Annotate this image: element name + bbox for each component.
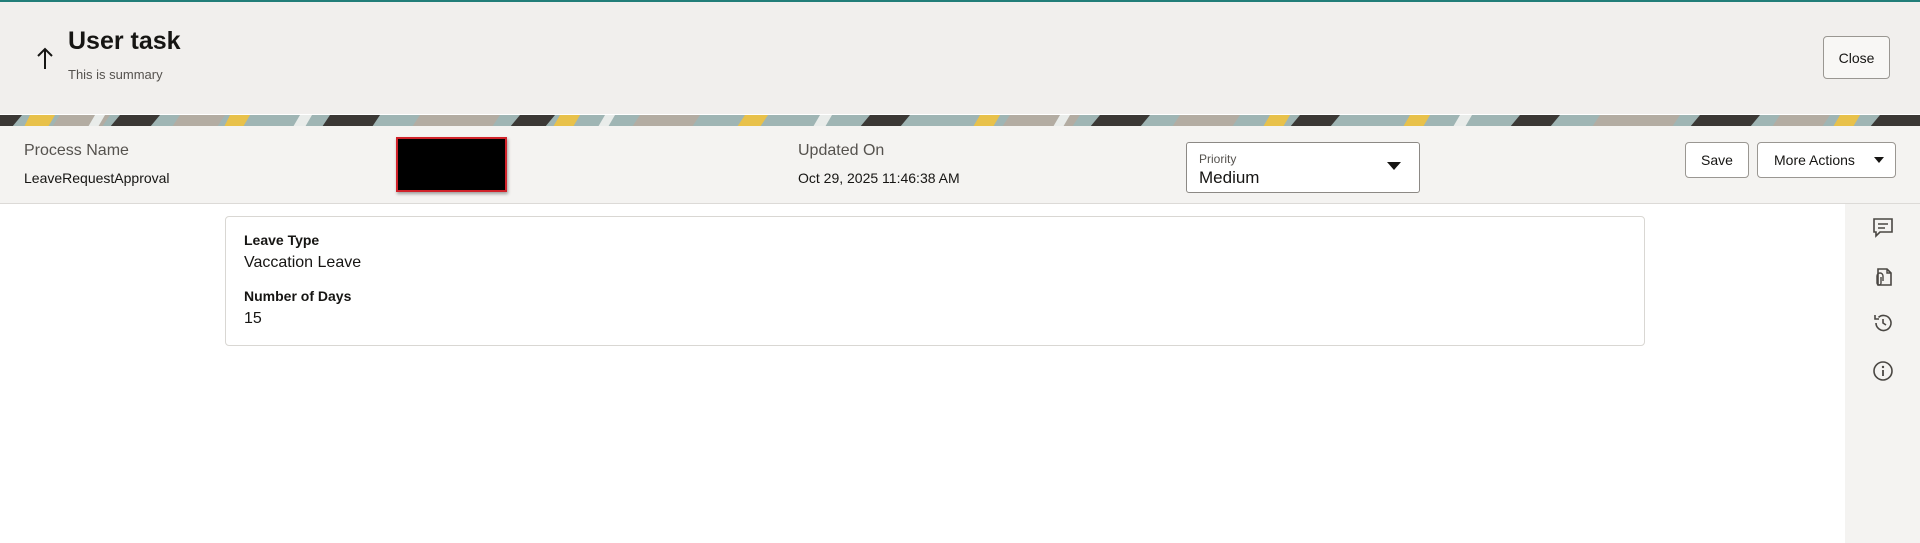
- more-actions-button[interactable]: More Actions: [1757, 142, 1896, 178]
- caret-down-icon: [1387, 162, 1401, 170]
- redacted-region: [396, 137, 507, 192]
- leave-type-label: Leave Type: [244, 232, 320, 248]
- priority-select[interactable]: Priority Medium: [1186, 142, 1420, 193]
- number-of-days-value: 15: [244, 310, 262, 327]
- number-of-days-label: Number of Days: [244, 288, 352, 304]
- page-title: User task: [68, 27, 181, 55]
- priority-value: Medium: [1199, 168, 1260, 187]
- back-arrow-icon[interactable]: [30, 44, 60, 74]
- process-name-value: LeaveRequestApproval: [24, 170, 170, 186]
- save-button[interactable]: Save: [1685, 142, 1749, 178]
- history-icon[interactable]: [1870, 310, 1896, 336]
- updated-on-label: Updated On: [798, 142, 885, 159]
- task-info-bar: [0, 126, 1920, 204]
- task-form-card: Leave Type Vaccation Leave Number of Day…: [225, 216, 1645, 346]
- updated-on-value: Oct 29, 2025 11:46:38 AM: [798, 170, 960, 186]
- priority-label: Priority: [1199, 152, 1237, 166]
- attachment-icon[interactable]: [1870, 264, 1896, 290]
- process-name-label: Process Name: [24, 142, 129, 159]
- comment-icon[interactable]: [1870, 215, 1896, 241]
- leave-type-value: Vaccation Leave: [244, 254, 362, 271]
- info-icon[interactable]: [1870, 358, 1896, 384]
- task-header: User task This is summary Close: [0, 2, 1920, 114]
- more-actions-label: More Actions: [1774, 152, 1855, 168]
- page-subtitle: This is summary: [68, 67, 163, 82]
- close-button[interactable]: Close: [1823, 36, 1890, 79]
- decorative-banner: [0, 114, 1920, 126]
- caret-down-icon: [1874, 157, 1884, 163]
